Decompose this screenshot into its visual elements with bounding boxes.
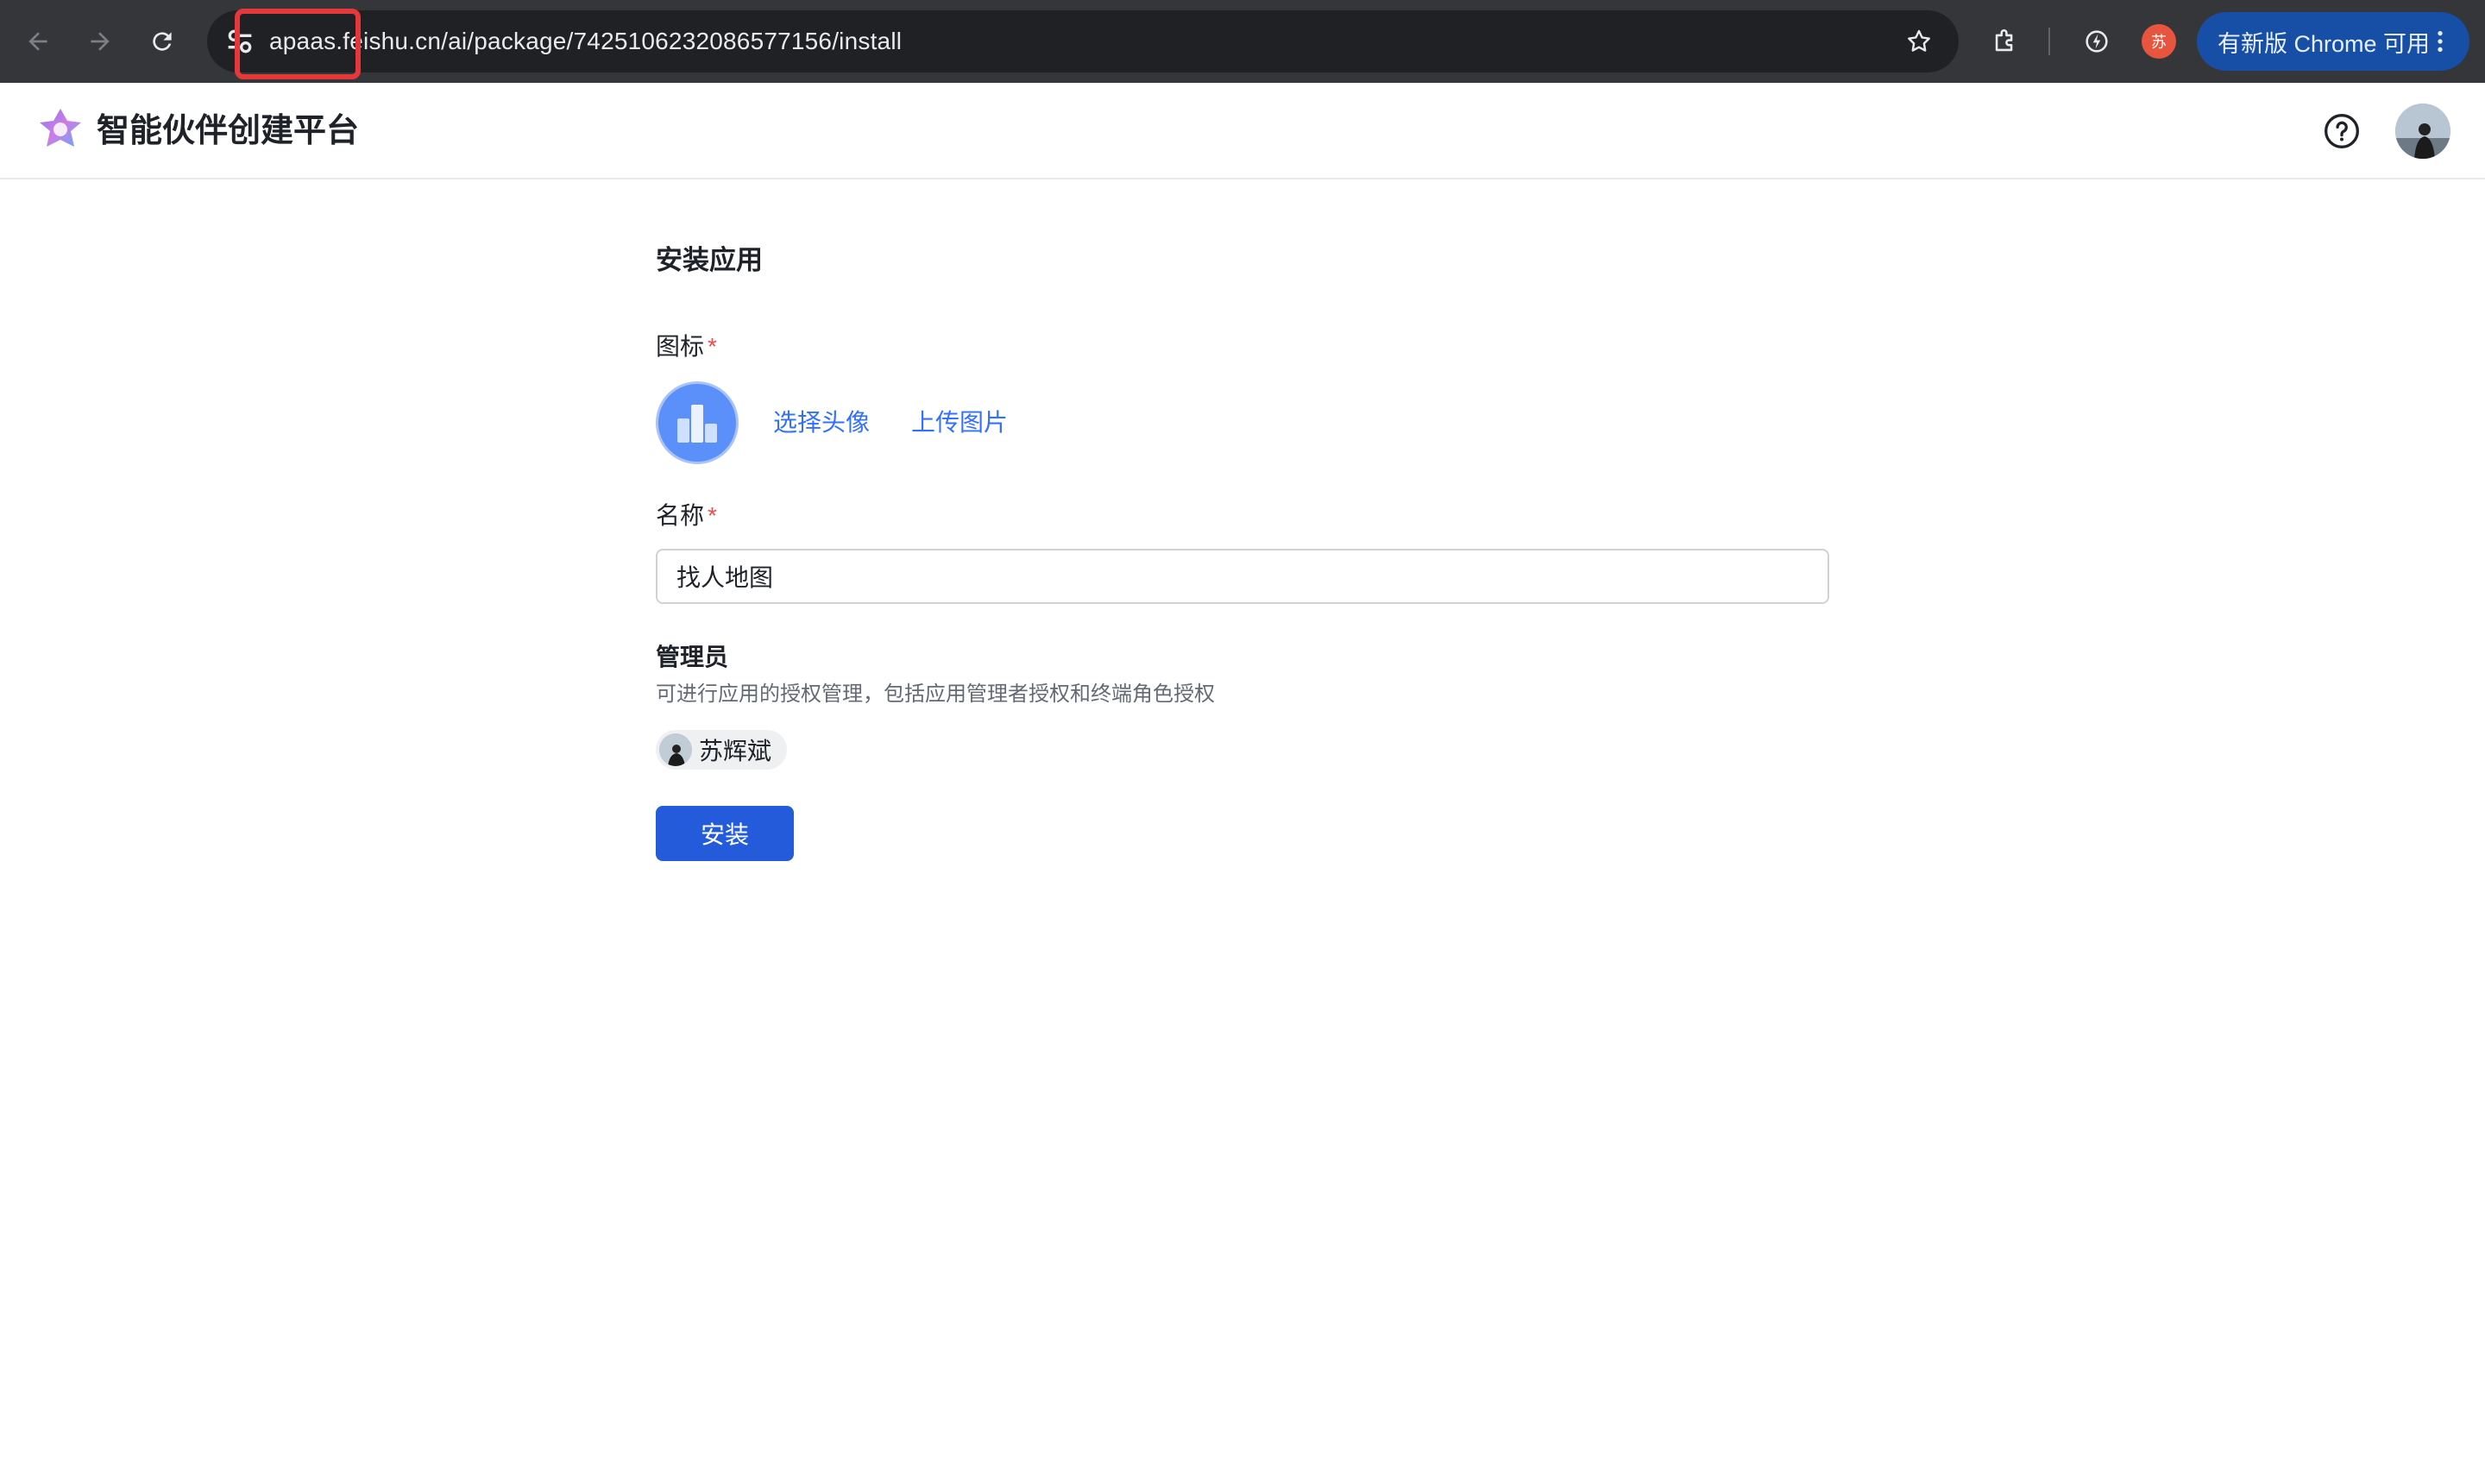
- reload-button[interactable]: [142, 21, 183, 62]
- update-label: 有新版 Chrome 可用: [2218, 30, 2431, 57]
- reload-icon: [153, 32, 172, 51]
- toolbar-separator: [2048, 28, 2050, 55]
- upload-image-link[interactable]: 上传图片: [911, 406, 1008, 440]
- admin-field-label: 管理员: [656, 644, 729, 670]
- name-label-text: 名称: [656, 502, 705, 529]
- name-input[interactable]: [656, 549, 1829, 604]
- app-icon-preview: [656, 381, 739, 464]
- browser-profile-avatar[interactable]: 苏: [2142, 24, 2176, 59]
- name-field-label: 名称 *: [656, 499, 717, 533]
- more-vert-icon: [2438, 31, 2443, 52]
- icon-label-text: 图标: [656, 333, 705, 360]
- extensions-icon: [1995, 29, 2013, 52]
- choose-avatar-link[interactable]: 选择头像: [773, 406, 870, 440]
- required-mark: *: [708, 333, 717, 360]
- help-icon[interactable]: [2323, 112, 2361, 150]
- back-icon: [28, 32, 47, 51]
- bookmark-star-icon: [1908, 29, 1930, 52]
- bar-chart-icon: [677, 405, 717, 443]
- admin-description: 可进行应用的授权管理，包括应用管理者授权和终端角色授权: [656, 682, 1215, 706]
- address-bar[interactable]: apaas.feishu.cn/ai/package/7425106232086…: [207, 10, 1959, 72]
- app-logo-icon: [40, 109, 81, 147]
- performance-button[interactable]: [2076, 21, 2117, 62]
- user-avatar[interactable]: [2395, 104, 2450, 159]
- required-mark: *: [708, 502, 717, 529]
- admin-name: 苏辉斌: [699, 738, 772, 764]
- install-button[interactable]: 安装: [656, 806, 794, 861]
- forward-icon: [91, 32, 110, 51]
- app-title[interactable]: 智能伙伴创建平台: [97, 109, 359, 154]
- icon-field-label: 图标 *: [656, 330, 717, 364]
- performance-icon: [2086, 30, 2108, 53]
- browser-toolbar: apaas.feishu.cn/ai/package/7425106232086…: [0, 0, 2485, 83]
- admin-user-chip[interactable]: 苏辉斌: [656, 730, 788, 770]
- app-header: 智能伙伴创建平台: [0, 83, 2485, 179]
- install-form: 安装应用 图标* 选择头像 上传图片 名称* 管理员 可进行应用的授权管理，包括…: [656, 242, 1829, 861]
- bookmark-button[interactable]: [1898, 21, 1940, 62]
- admin-avatar: [659, 733, 692, 766]
- annotation-highlight-box: [235, 9, 361, 79]
- forward-button[interactable]: [79, 21, 121, 62]
- url-text[interactable]: apaas.feishu.cn/ai/package/7425106232086…: [269, 10, 902, 72]
- page-title: 安装应用: [656, 245, 763, 275]
- extensions-button[interactable]: [1985, 21, 2026, 62]
- back-button[interactable]: [17, 21, 59, 62]
- chrome-update-button[interactable]: 有新版 Chrome 可用: [2197, 12, 2469, 71]
